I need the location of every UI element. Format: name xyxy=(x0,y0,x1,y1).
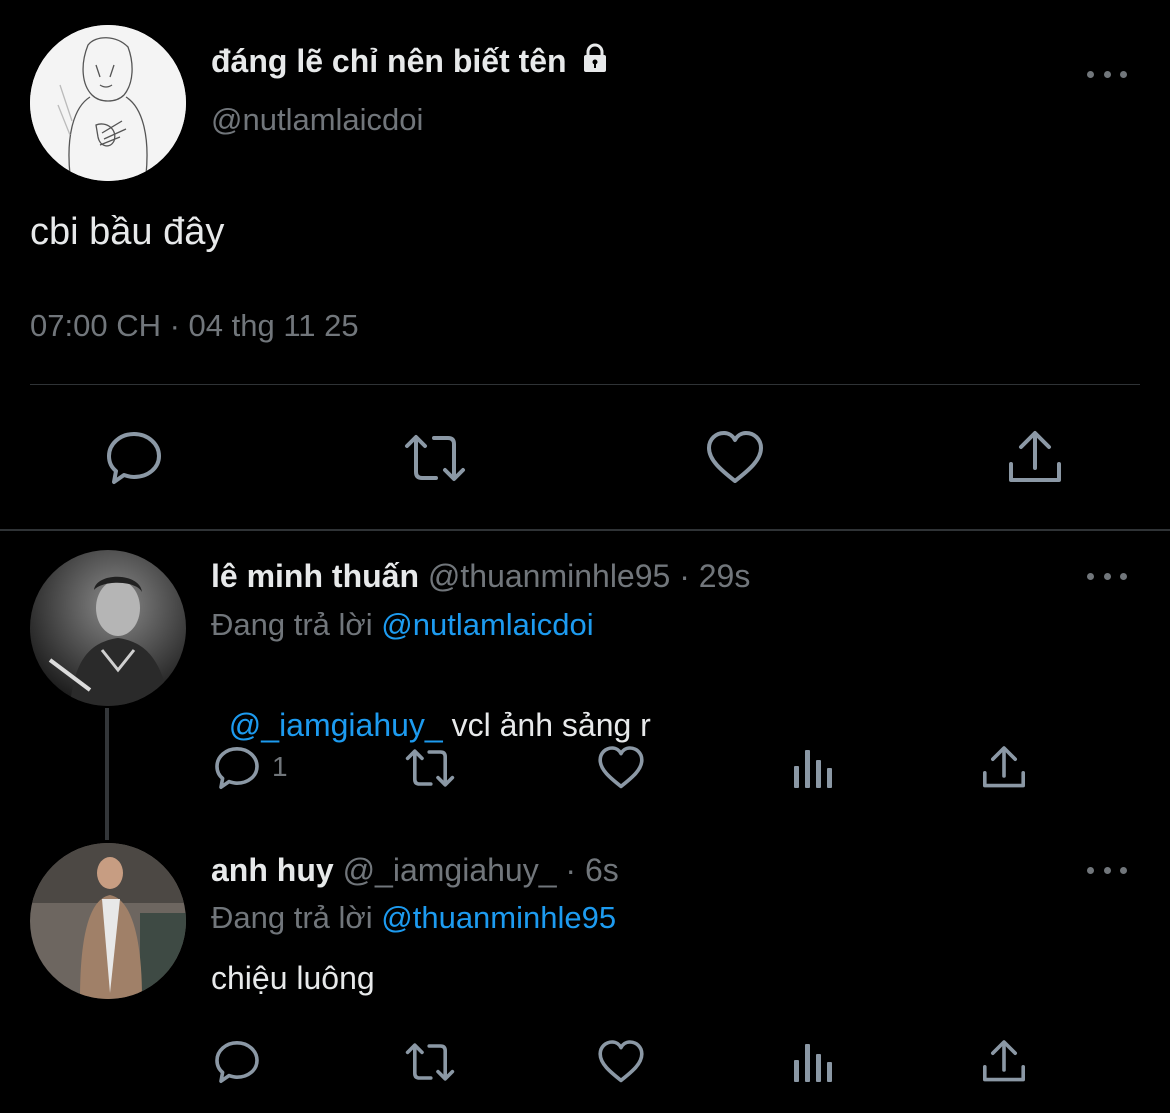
reply2-avatar[interactable] xyxy=(30,843,186,999)
reply1-reply-count: 1 xyxy=(272,751,288,782)
reply1-age[interactable]: · 29s xyxy=(679,558,750,594)
reply1-share-icon[interactable] xyxy=(980,744,1028,792)
main-timestamp[interactable]: 07:00 CH · 04 thg 11 25 xyxy=(30,306,359,346)
share-icon[interactable] xyxy=(1005,428,1065,488)
reply1-reply-icon[interactable] xyxy=(213,744,261,792)
reply2-share-icon[interactable] xyxy=(980,1038,1028,1086)
reply2-replying-to-link[interactable]: @thuanminhle95 xyxy=(381,900,616,935)
reply2-analytics-icon[interactable] xyxy=(790,1038,838,1086)
reply1-avatar[interactable] xyxy=(30,550,186,706)
reply1-like-icon[interactable] xyxy=(597,744,645,792)
reply-icon[interactable] xyxy=(104,428,164,488)
main-display-name[interactable]: đáng lẽ chỉ nên biết tên xyxy=(211,40,611,84)
main-tweet-text: cbi bầu đây xyxy=(30,211,225,253)
lock-icon xyxy=(579,42,611,84)
reply2-display-name[interactable]: anh huy xyxy=(211,852,334,888)
reply1-text: @_iamgiahuy_ vcl ảnh sảng r xyxy=(228,707,651,743)
reply1-more-options-icon[interactable] xyxy=(1087,568,1127,584)
reply2-replying-to: Đang trả lời @thuanminhle95 xyxy=(211,900,617,935)
sketch-person-avatar xyxy=(30,25,186,181)
reply2-text: chiệu luông xyxy=(211,960,375,996)
reply2-more-options-icon[interactable] xyxy=(1087,862,1127,878)
man-in-suit-avatar xyxy=(30,843,186,999)
main-handle[interactable]: @nutlamlaicdoi xyxy=(211,100,423,140)
reply2-reply-icon[interactable] xyxy=(213,1038,261,1086)
reply1-retweet-icon[interactable] xyxy=(403,744,457,792)
main-more-options-icon[interactable] xyxy=(1087,66,1127,82)
reply1-mention-link[interactable]: @_iamgiahuy_ xyxy=(229,707,443,743)
reply2-handle[interactable]: @_iamgiahuy_ xyxy=(343,852,557,888)
reply2-like-icon[interactable] xyxy=(597,1038,645,1086)
like-icon[interactable] xyxy=(705,428,765,488)
retweet-icon[interactable] xyxy=(402,428,468,488)
reply1-header: lê minh thuấn @thuanminhle95 · 29s xyxy=(211,556,750,596)
divider xyxy=(30,384,1140,385)
main-avatar[interactable] xyxy=(30,25,186,181)
reply1-analytics-icon[interactable] xyxy=(790,744,838,792)
reply1-replying-to: Đang trả lời @nutlamlaicdoi xyxy=(211,607,594,642)
section-divider xyxy=(0,529,1170,531)
reply2-header: anh huy @_iamgiahuy_ · 6s xyxy=(211,850,619,890)
reply2-age[interactable]: · 6s xyxy=(565,852,618,888)
man-portrait-avatar xyxy=(30,550,186,706)
reply2-retweet-icon[interactable] xyxy=(403,1038,457,1086)
reply1-handle[interactable]: @thuanminhle95 xyxy=(428,558,670,594)
reply1-replying-to-link[interactable]: @nutlamlaicdoi xyxy=(381,607,593,642)
reply1-display-name[interactable]: lê minh thuấn xyxy=(211,558,419,594)
thread-line xyxy=(105,708,109,840)
